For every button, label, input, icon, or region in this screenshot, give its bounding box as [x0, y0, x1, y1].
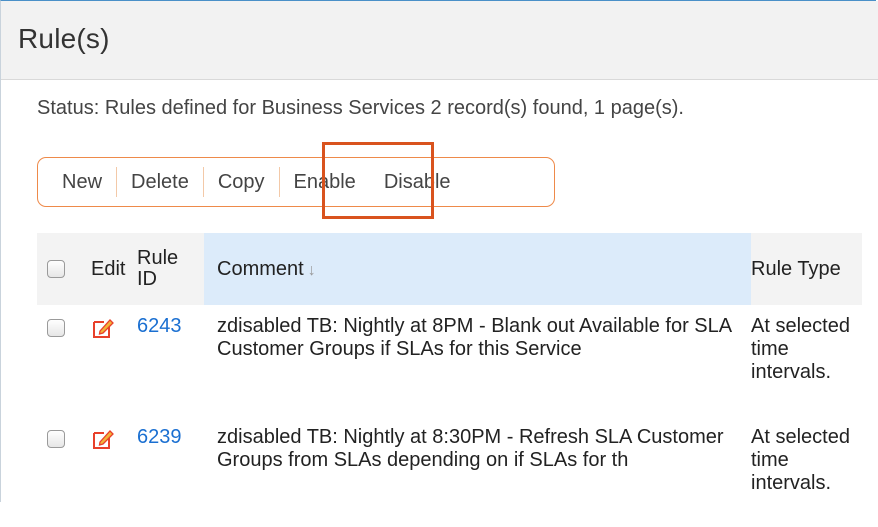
rule-id-header[interactable]: Rule ID	[136, 233, 204, 305]
enable-button[interactable]: Enable	[278, 167, 370, 197]
status-text: Status: Rules defined for Business Servi…	[37, 97, 684, 119]
select-all-checkbox[interactable]	[47, 260, 65, 279]
row-check-cell	[37, 416, 90, 527]
comment-header[interactable]: Comment ↓	[204, 233, 751, 305]
page-title: Rule(s)	[18, 23, 110, 54]
rule-id-header-line2: ID	[137, 268, 157, 290]
rule-id-link[interactable]: 6243	[137, 315, 182, 337]
row-edit-cell	[90, 416, 136, 527]
rule-type-cell: At selected time intervals.	[751, 305, 862, 416]
comment-text: zdisabled TB: Nightly at 8PM - Blank out…	[217, 315, 731, 360]
new-button[interactable]: New	[38, 167, 116, 197]
table-row: 6243 zdisabled TB: Nightly at 8PM - Blan…	[37, 305, 862, 416]
rules-table: Edit Rule ID Comment ↓ Rule Type 6243 zd…	[37, 233, 862, 527]
edit-pencil-icon[interactable]	[91, 427, 115, 451]
row-check-cell	[37, 305, 90, 416]
rule-id-cell: 6243	[136, 305, 204, 416]
comment-cell: zdisabled TB: Nightly at 8:30PM - Refres…	[204, 416, 751, 527]
row-edit-cell	[90, 305, 136, 416]
table-row: 6239 zdisabled TB: Nightly at 8:30PM - R…	[37, 416, 862, 527]
table-header-row: Edit Rule ID Comment ↓ Rule Type	[37, 233, 862, 305]
row-checkbox[interactable]	[47, 430, 65, 449]
rule-id-cell: 6239	[136, 416, 204, 527]
sort-down-icon: ↓	[307, 261, 316, 279]
title-bar: Rule(s)	[1, 1, 878, 80]
delete-button[interactable]: Delete	[116, 167, 203, 197]
rule-type-text: At selected time intervals.	[751, 315, 850, 383]
rule-id-header-line1: Rule	[137, 247, 179, 269]
comment-cell: zdisabled TB: Nightly at 8PM - Blank out…	[204, 305, 751, 416]
row-checkbox[interactable]	[47, 319, 65, 338]
action-toolbar: New Delete Copy Enable Disable	[37, 157, 555, 207]
rule-type-cell: At selected time intervals.	[751, 416, 862, 527]
rule-type-text: At selected time intervals.	[751, 426, 850, 494]
edit-header: Edit	[90, 233, 136, 305]
select-all-cell	[37, 233, 90, 305]
rule-type-header[interactable]: Rule Type	[751, 233, 862, 305]
disable-button[interactable]: Disable	[370, 167, 465, 197]
rule-id-link[interactable]: 6239	[137, 426, 182, 448]
edit-pencil-icon[interactable]	[91, 316, 115, 340]
comment-text: zdisabled TB: Nightly at 8:30PM - Refres…	[217, 426, 724, 471]
comment-header-label: Comment	[217, 257, 304, 280]
copy-button[interactable]: Copy	[202, 167, 279, 197]
